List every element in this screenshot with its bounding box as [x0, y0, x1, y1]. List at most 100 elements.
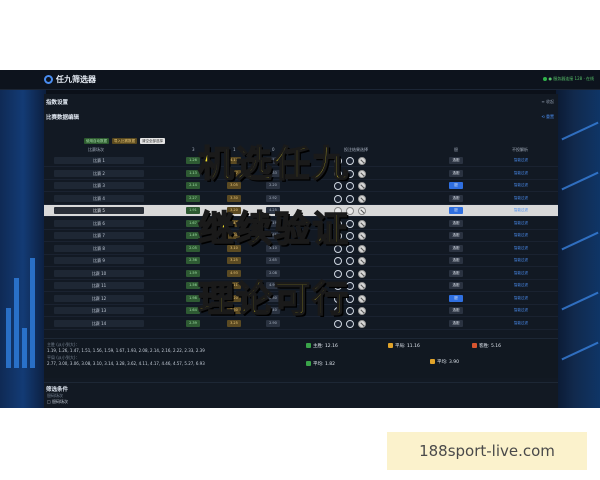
stat-avg-home: 平均: 1.82 [306, 361, 335, 367]
odds-home[interactable]: 2.36 [186, 257, 200, 264]
stat-home: 主胜: 12.16 [306, 343, 338, 349]
odds-away[interactable]: 2.65 [266, 257, 280, 264]
stat-away: 客胜: 5.16 [472, 343, 501, 349]
pick-away-toggle[interactable] [358, 282, 366, 290]
caption-line-3: 理论可行 [197, 278, 351, 321]
match-name: 比赛 5 [54, 207, 144, 214]
connection-status: ● 服务器连接 128 · 在线 [542, 76, 594, 82]
draw-sorted-values: 2.77, 3.00, 3.06, 3.08, 3.10, 3.14, 3.28… [47, 361, 205, 366]
filter-title: 筛选条件 [46, 387, 69, 393]
caption-line-1: 机选任九 [197, 143, 351, 186]
title-bar: 任九筛选器 ● 服务器连接 128 · 在线 [0, 70, 600, 90]
banker-button[interactable]: 胆 [449, 207, 463, 214]
analysis-link[interactable]: 智能过滤 [514, 183, 528, 188]
match-name: 比赛 11 [54, 282, 144, 289]
pick-draw-toggle[interactable] [346, 257, 354, 265]
analysis-link[interactable]: 智能过滤 [514, 158, 528, 163]
col-analysis: 不投解析 [512, 147, 528, 152]
col-banker: 胆 [454, 147, 458, 152]
background-left [0, 90, 46, 408]
pick-away-toggle[interactable] [358, 157, 366, 165]
col-match: 比赛场次 [88, 147, 104, 152]
filter-section: 筛选条件 胆码场次 □ 胆码场次 [44, 382, 558, 408]
banker-button[interactable]: 选胆 [449, 232, 463, 239]
match-name: 比赛 8 [54, 244, 144, 252]
clear-selection-button[interactable]: 清空全部选择 [140, 138, 165, 144]
home-sorted-values: 1.19, 1.26, 1.47, 1.51, 1.56, 1.59, 1.67… [47, 348, 205, 353]
caption-line-2: 继续验证 [197, 208, 351, 251]
analysis-link[interactable]: 智能过滤 [514, 321, 528, 326]
reset-button[interactable]: ⟲ 重置 [541, 114, 554, 120]
pick-away-toggle[interactable] [358, 194, 366, 203]
match-name: 比赛 6 [54, 219, 144, 227]
banker-button[interactable]: 选胆 [449, 319, 463, 327]
banker-button[interactable]: 选胆 [449, 219, 463, 227]
analysis-link[interactable]: 智能过滤 [514, 296, 528, 301]
table-row[interactable]: 比赛 9 2.36 3.25 2.65 选胆 智能过滤 [44, 255, 558, 267]
odds-draw[interactable]: 3.25 [227, 257, 241, 264]
pick-away-toggle[interactable] [358, 307, 366, 315]
match-name: 比赛 7 [54, 232, 144, 239]
banker-button[interactable]: 选胆 [449, 157, 463, 164]
match-name: 比赛 3 [54, 182, 144, 189]
app-title: 任九筛选器 [56, 75, 96, 84]
banker-button[interactable]: 选胆 [449, 269, 463, 277]
analysis-link[interactable]: 智能过滤 [514, 308, 528, 313]
analysis-link[interactable]: 智能过滤 [514, 221, 528, 226]
banker-button[interactable]: 胆 [449, 294, 463, 302]
match-name: 比赛 13 [54, 307, 144, 314]
pick-away-toggle[interactable] [358, 232, 366, 240]
match-name: 比赛 4 [54, 194, 144, 202]
pick-away-toggle[interactable] [358, 182, 366, 190]
pick-away-toggle[interactable] [358, 169, 366, 178]
stat-avg-draw: 平均: 3.90 [430, 359, 459, 365]
banker-button[interactable]: 选胆 [449, 194, 463, 202]
params-section-title: 指数设置 [46, 100, 69, 106]
pick-away-toggle[interactable] [358, 244, 366, 253]
pick-away-toggle[interactable] [358, 207, 366, 215]
page: 任九筛选器 ● 服务器连接 128 · 在线 指数设置 ≡ 收起 比赛数据编辑 … [0, 0, 600, 480]
col-home: 3 [192, 147, 195, 152]
home-stat-icon [306, 343, 311, 348]
site-watermark: 188sport-live.com [387, 432, 587, 470]
collapse-button[interactable]: ≡ 收起 [541, 99, 554, 105]
match-name: 比赛 12 [54, 294, 144, 302]
analysis-link[interactable]: 智能过滤 [514, 171, 528, 176]
analysis-link[interactable]: 智能过滤 [514, 233, 528, 238]
background-right [556, 90, 600, 408]
analysis-link[interactable]: 智能过滤 [514, 196, 528, 201]
online-dot-icon [542, 77, 547, 81]
analysis-link[interactable]: 智能过滤 [514, 246, 528, 251]
stat-draw: 平局: 11.16 [388, 343, 420, 349]
banker-button[interactable]: 选胆 [449, 307, 463, 314]
banker-button[interactable]: 选胆 [449, 244, 463, 252]
pick-away-toggle[interactable] [358, 257, 366, 265]
match-name: 比赛 2 [54, 169, 144, 177]
pick-away-toggle[interactable] [358, 219, 366, 228]
pick-home-toggle[interactable] [334, 257, 342, 265]
auto-data-button[interactable]: 使用自动数据 [84, 138, 109, 144]
banker-button[interactable]: 选胆 [449, 257, 463, 264]
analysis-link[interactable]: 智能过滤 [514, 258, 528, 263]
match-name: 比赛 1 [54, 157, 144, 164]
pick-away-toggle[interactable] [358, 294, 366, 303]
analysis-link[interactable]: 智能过滤 [514, 271, 528, 276]
match-edit-title: 比赛数据编辑 [46, 115, 80, 121]
analysis-link[interactable]: 智能过滤 [514, 283, 528, 288]
draw-stat-icon [388, 343, 393, 348]
banker-button[interactable]: 选胆 [449, 169, 463, 177]
app-logo-icon [44, 75, 53, 84]
pick-away-toggle[interactable] [358, 269, 366, 278]
odds-summary: 主胜 (从小到大)： 1.19, 1.26, 1.47, 1.51, 1.56,… [44, 338, 558, 378]
banker-checkbox[interactable]: □ 胆码场次 [47, 399, 68, 405]
banker-button[interactable]: 选胆 [449, 282, 463, 289]
import-data-button[interactable]: 导入比赛数据 [112, 138, 137, 144]
away-stat-icon [472, 343, 477, 348]
match-name: 比赛 9 [54, 257, 144, 264]
pick-away-toggle[interactable] [358, 319, 366, 328]
banker-button[interactable]: 胆 [449, 182, 463, 189]
match-name: 比赛 10 [54, 269, 144, 277]
match-name: 比赛 14 [54, 319, 144, 327]
avg-draw-icon [430, 359, 435, 364]
analysis-link[interactable]: 智能过滤 [514, 208, 528, 213]
